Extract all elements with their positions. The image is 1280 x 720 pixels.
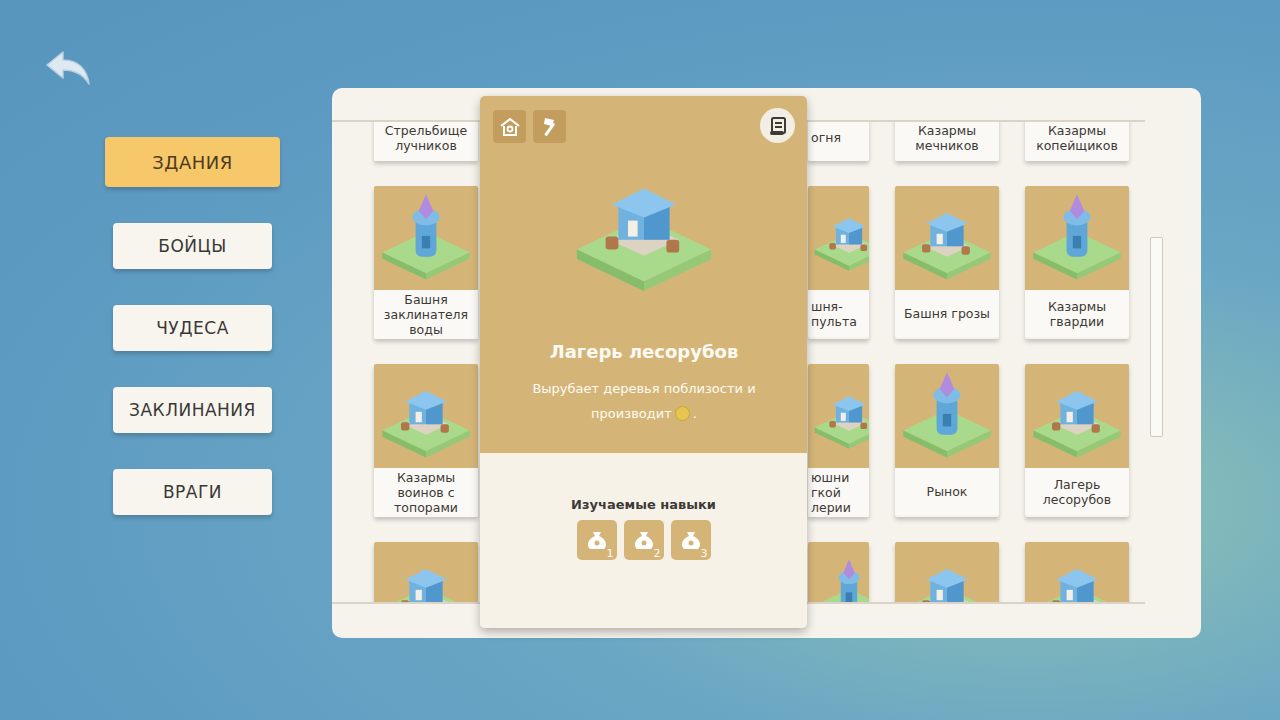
building-card[interactable]	[1025, 542, 1129, 604]
lore-button[interactable]	[760, 108, 795, 143]
building-card[interactable]: огня	[808, 120, 869, 161]
card-label: Башня заклинателя воды	[374, 290, 478, 339]
building-card[interactable]: юшни гкой лерии	[808, 364, 869, 517]
building-card[interactable]: Рынок	[895, 364, 999, 517]
card-label: Лагерь лесорубов	[1025, 468, 1129, 515]
card-image	[374, 542, 478, 604]
card-label: Рынок	[895, 468, 999, 515]
category-button[interactable]: ВРАГИ	[113, 469, 272, 515]
card-image	[1025, 364, 1129, 468]
description-end: .	[693, 406, 697, 421]
building-card[interactable]: Казармы воинов с топорами	[374, 364, 478, 517]
skill-badge[interactable]: 1	[577, 520, 617, 560]
card-label: юшни гкой лерии	[808, 468, 869, 517]
skill-number: 2	[654, 547, 661, 560]
scroll-icon	[767, 115, 789, 137]
back-button[interactable]	[45, 48, 91, 88]
building-icon	[895, 542, 999, 604]
card-label: Стрельбище лучников	[374, 120, 478, 161]
card-image	[895, 542, 999, 604]
building-card[interactable]: Казармы гвардии	[1025, 186, 1129, 339]
skill-badge[interactable]: 3	[671, 520, 711, 560]
money-bag-icon	[631, 528, 657, 552]
skills-section: Изучаемые навыки 1 2 3	[480, 453, 807, 628]
building-card[interactable]: Башня заклинателя воды	[374, 186, 478, 339]
card-label: Казармы копейщиков	[1025, 120, 1129, 161]
money-bag-icon	[584, 528, 610, 552]
building-card[interactable]: Лагерь лесорубов	[1025, 364, 1129, 517]
house-icon	[499, 116, 521, 138]
card-image	[374, 186, 478, 290]
building-icon	[808, 542, 869, 604]
building-card[interactable]: Башня грозы	[895, 186, 999, 339]
scrollbar	[1150, 120, 1163, 604]
card-label: Башня грозы	[895, 290, 999, 337]
skill-number: 1	[607, 547, 614, 560]
card-label: шня- пульта	[808, 290, 869, 337]
card-label: Казармы воинов с топорами	[374, 468, 478, 517]
building-icon	[374, 186, 478, 290]
category-button[interactable]: БОЙЦЫ	[113, 223, 272, 269]
building-card[interactable]: Казармы копейщиков	[1025, 120, 1129, 161]
card-label: Казармы гвардии	[1025, 290, 1129, 337]
category-label: БОЙЦЫ	[158, 236, 226, 256]
building-icon	[1025, 186, 1129, 290]
skills-list: 1 2 3	[577, 520, 711, 560]
lumber-camp-icon	[559, 147, 729, 307]
building-preview	[559, 147, 729, 311]
building-icon	[374, 542, 478, 604]
building-card[interactable]	[808, 542, 869, 604]
card-image	[808, 542, 869, 604]
skills-title: Изучаемые навыки	[571, 497, 716, 512]
popup-title: Лагерь лесорубов	[550, 341, 739, 362]
card-image	[895, 364, 999, 468]
category-label: ЗАКЛИНАНИЯ	[129, 400, 256, 420]
building-type-badge	[493, 110, 526, 143]
building-card[interactable]	[895, 542, 999, 604]
category-label: ЗДАНИЯ	[152, 152, 232, 173]
card-label: огня	[808, 120, 869, 161]
card-image	[808, 364, 869, 468]
building-icon	[1025, 542, 1129, 604]
category-label: ВРАГИ	[163, 482, 222, 502]
category-button[interactable]: ЧУДЕСА	[113, 305, 272, 351]
coin-icon	[675, 406, 690, 421]
building-details-popup: Лагерь лесорубов Вырубает деревья поблизо…	[480, 96, 807, 628]
popup-description: Вырубает деревья поблизости и производит…	[519, 376, 769, 426]
building-icon	[808, 186, 869, 290]
building-card[interactable]	[374, 542, 478, 604]
building-icon	[1025, 364, 1129, 468]
building-icon	[374, 364, 478, 468]
popup-icons	[493, 110, 795, 143]
back-arrow-icon	[45, 48, 91, 88]
skill-badge[interactable]: 2	[624, 520, 664, 560]
money-bag-icon	[678, 528, 704, 552]
axe-icon	[539, 116, 561, 138]
building-icon	[895, 364, 999, 468]
category-label: ЧУДЕСА	[156, 318, 229, 338]
skill-number: 3	[701, 547, 708, 560]
building-icon	[808, 364, 869, 468]
popup-header: Лагерь лесорубов Вырубает деревья поблизо…	[480, 96, 807, 453]
description-text: Вырубает деревья поблизости и производит	[532, 381, 755, 421]
building-card[interactable]: шня- пульта	[808, 186, 869, 339]
card-image	[374, 364, 478, 468]
scrollbar-track[interactable]	[1150, 237, 1163, 437]
resource-type-badge	[533, 110, 566, 143]
building-card[interactable]: Стрельбище лучников	[374, 120, 478, 161]
category-button[interactable]: ЗДАНИЯ	[105, 137, 280, 187]
category-button[interactable]: ЗАКЛИНАНИЯ	[113, 387, 272, 433]
card-label: Казармы мечников	[895, 120, 999, 161]
card-image	[1025, 542, 1129, 604]
left-column: ЗДАНИЯ БОЙЦЫ ЧУДЕСА ЗАКЛИНАНИЯ ВРАГИ	[0, 0, 332, 720]
card-image	[1025, 186, 1129, 290]
building-icon	[895, 186, 999, 290]
building-card[interactable]: Казармы мечников	[895, 120, 999, 161]
card-image	[808, 186, 869, 290]
card-image	[895, 186, 999, 290]
category-menu: ЗДАНИЯ БОЙЦЫ ЧУДЕСА ЗАКЛИНАНИЯ ВРАГИ	[105, 137, 280, 515]
